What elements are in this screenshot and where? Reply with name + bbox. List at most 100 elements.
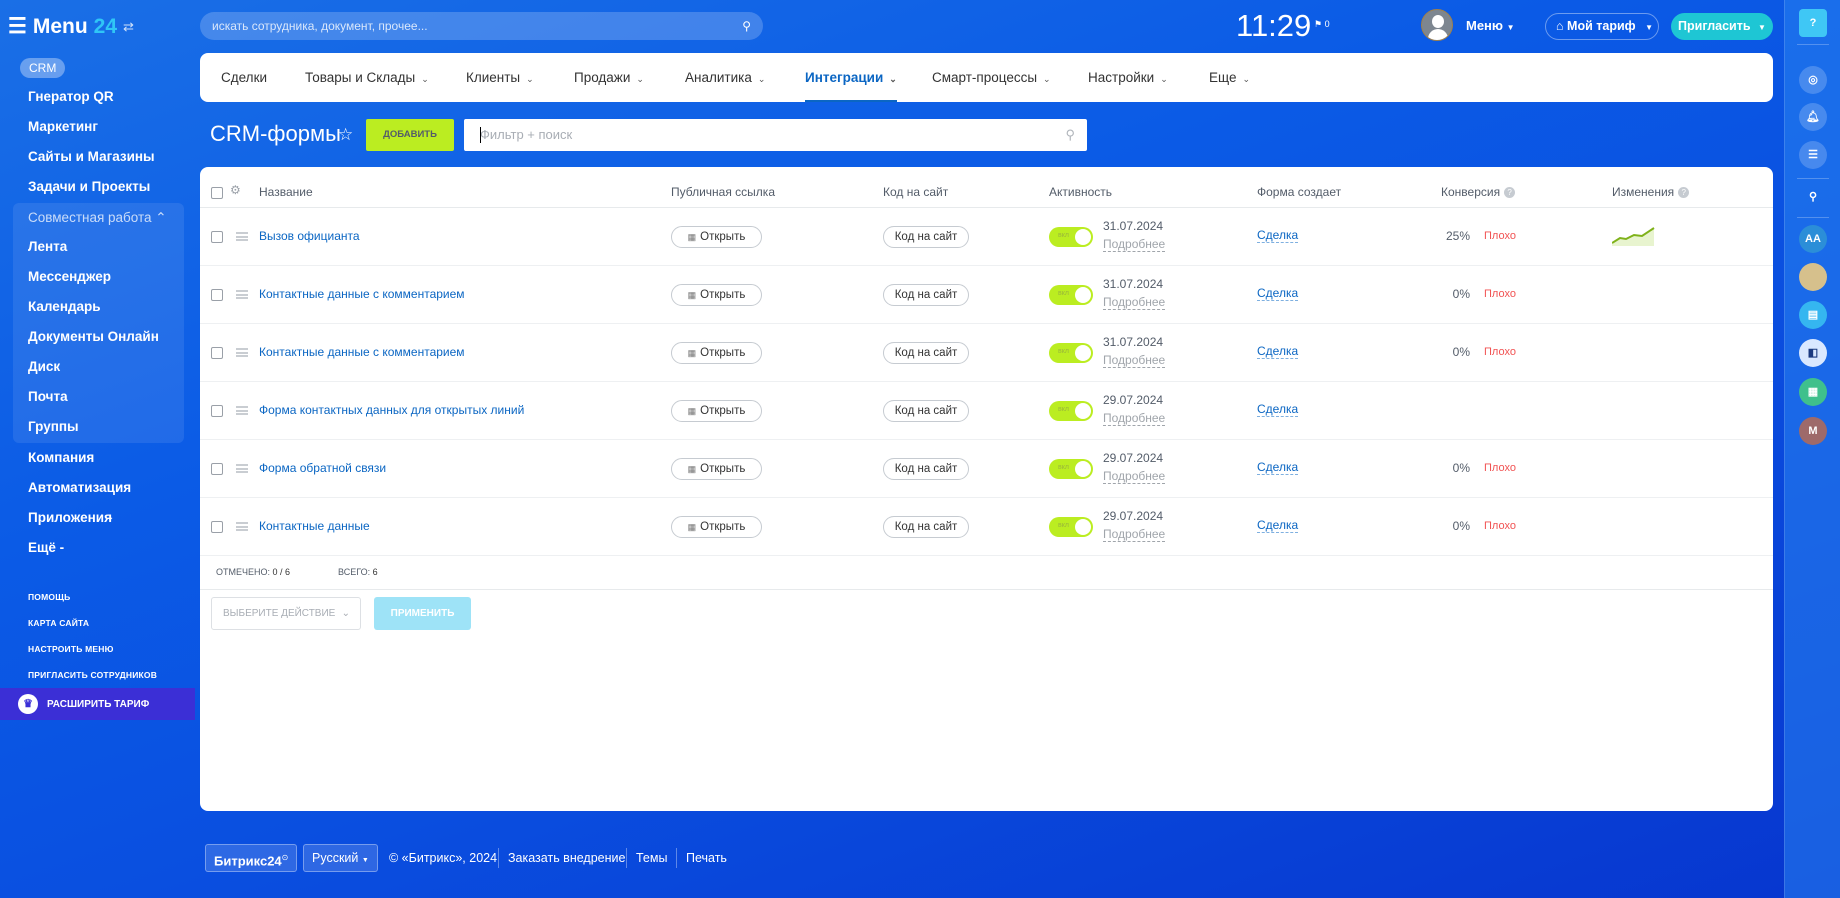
language-select[interactable]: Русский ▼ — [303, 844, 378, 872]
help-icon[interactable]: ? — [1504, 187, 1516, 198]
site-code-button[interactable]: Код на сайт — [883, 458, 969, 480]
my-tariff-button[interactable]: ⌂ Мой тариф ▼ — [1545, 13, 1659, 40]
activity-toggle[interactable]: вкл — [1049, 517, 1093, 537]
activity-toggle[interactable]: вкл — [1049, 227, 1093, 247]
open-link-button[interactable]: ▦ Открыть — [671, 284, 762, 306]
sidebar-group-toggle[interactable]: Совместная работа ⌃ — [28, 210, 167, 226]
sidebar-link[interactable]: КАРТА САЙТА — [28, 618, 89, 628]
details-link[interactable]: Подробнее — [1103, 411, 1166, 426]
row-checkbox[interactable] — [211, 405, 223, 417]
sidebar-item[interactable]: Маркетинг — [28, 119, 98, 134]
form-creates-link[interactable]: Сделка — [1257, 460, 1299, 475]
select-all-checkbox[interactable] — [211, 187, 223, 199]
nav-tab[interactable]: Аналитика ⌄ — [685, 53, 765, 102]
header-form-creates[interactable]: Форма создает — [1257, 185, 1341, 199]
site-code-button[interactable]: Код на сайт — [883, 516, 969, 538]
user-menu-button[interactable]: Меню ▼ — [1466, 18, 1515, 33]
drag-handle-icon[interactable] — [236, 464, 248, 473]
search-icon[interactable]: ⚲ — [1065, 119, 1075, 151]
form-creates-link[interactable]: Сделка — [1257, 286, 1299, 301]
activity-toggle[interactable]: вкл — [1049, 343, 1093, 363]
sidebar-item-crm[interactable]: CRM — [20, 58, 66, 78]
help-icon[interactable]: ? — [1799, 9, 1827, 37]
user-avatar[interactable] — [1421, 9, 1453, 41]
form-creates-link[interactable]: Сделка — [1257, 402, 1299, 417]
header-changes[interactable]: Изменения — [1612, 185, 1674, 199]
form-name-link[interactable]: Форма контактных данных для открытых лин… — [259, 403, 524, 417]
flag-counter[interactable]: ⚑ 0 — [1314, 19, 1330, 30]
form-name-link[interactable]: Контактные данные с комментарием — [259, 345, 465, 359]
chat-icon[interactable]: ▤ — [1799, 301, 1827, 329]
nav-tab[interactable]: Сделки — [221, 53, 267, 102]
nav-tab[interactable]: Настройки ⌄ — [1088, 53, 1168, 102]
open-link-button[interactable]: ▦ Открыть — [671, 516, 762, 538]
form-creates-link[interactable]: Сделка — [1257, 228, 1299, 243]
form-creates-link[interactable]: Сделка — [1257, 344, 1299, 359]
action-select[interactable]: ВЫБЕРИТЕ ДЕЙСТВИЕ ⌄ — [211, 597, 361, 630]
drag-handle-icon[interactable] — [236, 290, 248, 299]
header-code[interactable]: Код на сайт — [883, 185, 948, 199]
header-name[interactable]: Название — [259, 185, 313, 199]
drag-handle-icon[interactable] — [236, 348, 248, 357]
form-name-link[interactable]: Контактные данные с комментарием — [259, 287, 465, 301]
copilot-icon[interactable]: ◎ — [1799, 66, 1827, 94]
app-icon[interactable]: ◧ — [1799, 339, 1827, 367]
open-link-button[interactable]: ▦ Открыть — [671, 400, 762, 422]
sidebar-item[interactable]: Гнератор QR — [28, 89, 114, 104]
upgrade-plan-button[interactable]: ♛ РАСШИРИТЬ ТАРИФ — [0, 688, 195, 720]
global-search-input[interactable]: искать сотрудника, документ, прочее... ⚲ — [200, 12, 763, 40]
site-code-button[interactable]: Код на сайт — [883, 284, 969, 306]
notifications-bell-icon[interactable]: 🔔︎ — [1799, 103, 1827, 131]
nav-tab[interactable]: Товары и Склады ⌄ — [305, 53, 429, 102]
news-icon[interactable]: ▦ — [1799, 378, 1827, 406]
open-link-button[interactable]: ▦ Открыть — [671, 458, 762, 480]
details-link[interactable]: Подробнее — [1103, 469, 1166, 484]
sidebar-item[interactable]: Ещё - — [28, 540, 64, 555]
activity-toggle[interactable]: вкл — [1049, 459, 1093, 479]
details-link[interactable]: Подробнее — [1103, 237, 1166, 252]
drag-handle-icon[interactable] — [236, 232, 248, 241]
form-name-link[interactable]: Вызов официанта — [259, 229, 360, 243]
site-code-button[interactable]: Код на сайт — [883, 342, 969, 364]
activity-toggle[interactable]: вкл — [1049, 285, 1093, 305]
contact-avatar-m[interactable]: M — [1799, 417, 1827, 445]
sidebar-item[interactable]: Сайты и Магазины — [28, 149, 155, 164]
search-icon[interactable]: ⚲ — [742, 12, 751, 40]
help-icon[interactable]: ? — [1678, 187, 1690, 198]
footer-link-themes[interactable]: Темы — [636, 851, 667, 865]
form-creates-link[interactable]: Сделка — [1257, 518, 1299, 533]
sidebar-item[interactable]: Компания — [28, 450, 94, 465]
drag-handle-icon[interactable] — [236, 406, 248, 415]
sidebar-link[interactable]: ПОМОЩЬ — [28, 592, 70, 602]
nav-tab[interactable]: Клиенты ⌄ — [466, 53, 534, 102]
settings-toggle-icon[interactable]: ⇄ — [123, 19, 134, 35]
site-code-button[interactable]: Код на сайт — [883, 226, 969, 248]
hamburger-icon[interactable]: ☰ — [8, 14, 27, 39]
invite-button[interactable]: Пригласить ▼ — [1671, 13, 1773, 40]
star-icon[interactable]: ☆ — [338, 125, 353, 145]
row-checkbox[interactable] — [211, 463, 223, 475]
nav-tab[interactable]: Еще ⌄ — [1209, 53, 1250, 102]
gear-icon[interactable]: ⚙ — [230, 183, 241, 197]
nav-tab[interactable]: Продажи ⌄ — [574, 53, 644, 102]
header-activity[interactable]: Активность — [1049, 185, 1112, 199]
site-code-button[interactable]: Код на сайт — [883, 400, 969, 422]
header-public-link[interactable]: Публичная ссылка — [671, 185, 775, 199]
footer-link-print[interactable]: Печать — [686, 851, 727, 865]
open-link-button[interactable]: ▦ Открыть — [671, 342, 762, 364]
footer-link-order[interactable]: Заказать внедрение — [508, 851, 625, 865]
sidebar-item[interactable]: Задачи и Проекты — [28, 179, 150, 194]
drag-handle-icon[interactable] — [236, 522, 248, 531]
row-checkbox[interactable] — [211, 347, 223, 359]
activity-toggle[interactable]: вкл — [1049, 401, 1093, 421]
add-button[interactable]: ДОБАВИТЬ — [366, 119, 454, 151]
tasks-icon[interactable]: ☰ — [1799, 141, 1827, 169]
details-link[interactable]: Подробнее — [1103, 295, 1166, 310]
menu-logo[interactable]: ☰ Menu 24 ⇄ — [8, 14, 134, 39]
header-conversion[interactable]: Конверсия — [1441, 185, 1500, 199]
details-link[interactable]: Подробнее — [1103, 527, 1166, 542]
apply-button[interactable]: ПРИМЕНИТЬ — [374, 597, 471, 630]
contact-avatar-aa[interactable]: AA — [1799, 225, 1827, 253]
form-name-link[interactable]: Форма обратной связи — [259, 461, 386, 475]
nav-tab[interactable]: Смарт-процессы ⌄ — [932, 53, 1051, 102]
